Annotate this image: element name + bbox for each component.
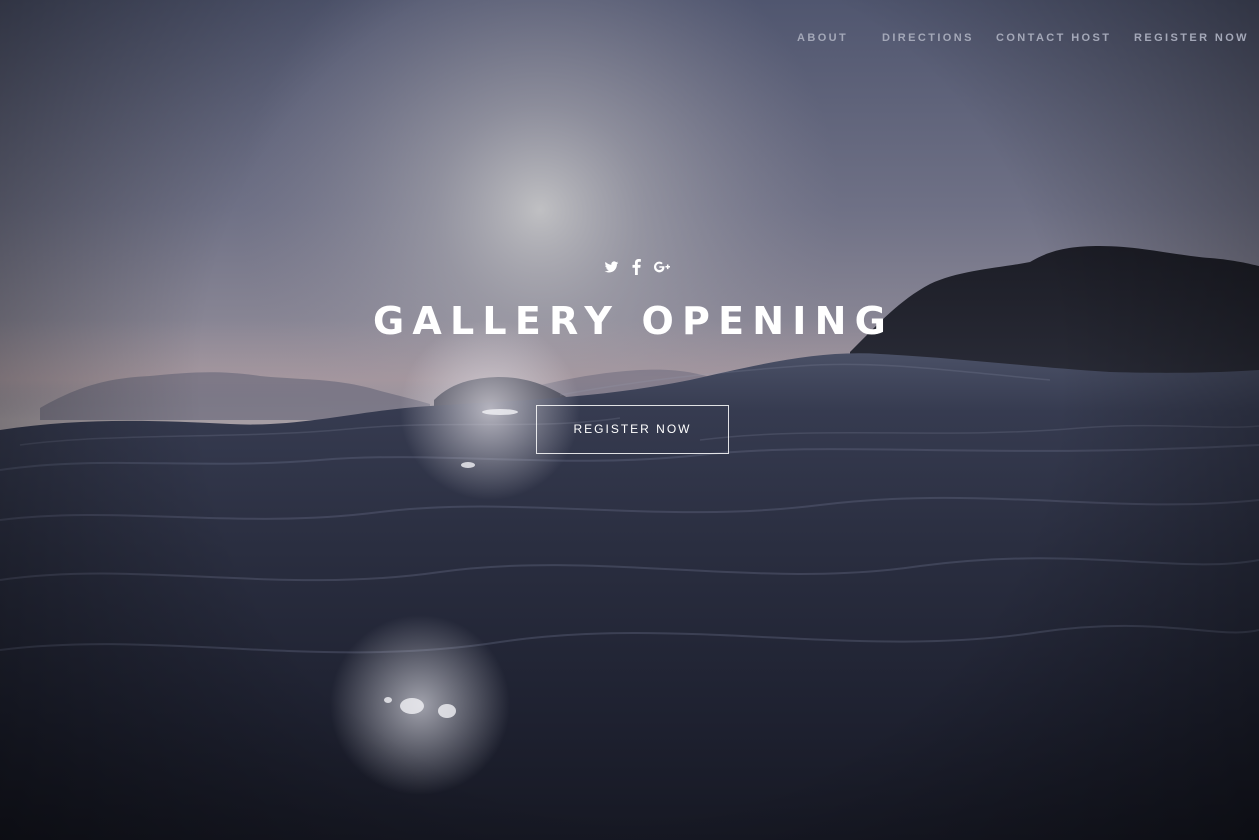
hero-section: ABOUT DIRECTIONS CONTACT HOST REGISTER N… <box>0 0 1259 840</box>
facebook-icon[interactable] <box>632 259 641 275</box>
page-title: GALLERY OPENING <box>373 299 894 343</box>
nav-link-register-now[interactable]: REGISTER NOW <box>1134 31 1249 45</box>
nav-link-about[interactable]: ABOUT <box>797 31 848 45</box>
google-plus-icon[interactable] <box>654 259 670 275</box>
nav-link-directions[interactable]: DIRECTIONS <box>882 31 974 45</box>
top-navigation: ABOUT DIRECTIONS CONTACT HOST REGISTER N… <box>0 31 1259 45</box>
twitter-icon[interactable] <box>604 259 619 275</box>
register-now-button[interactable]: REGISTER NOW <box>536 405 729 454</box>
nav-link-contact-host[interactable]: CONTACT HOST <box>996 31 1111 45</box>
social-links <box>600 259 672 275</box>
